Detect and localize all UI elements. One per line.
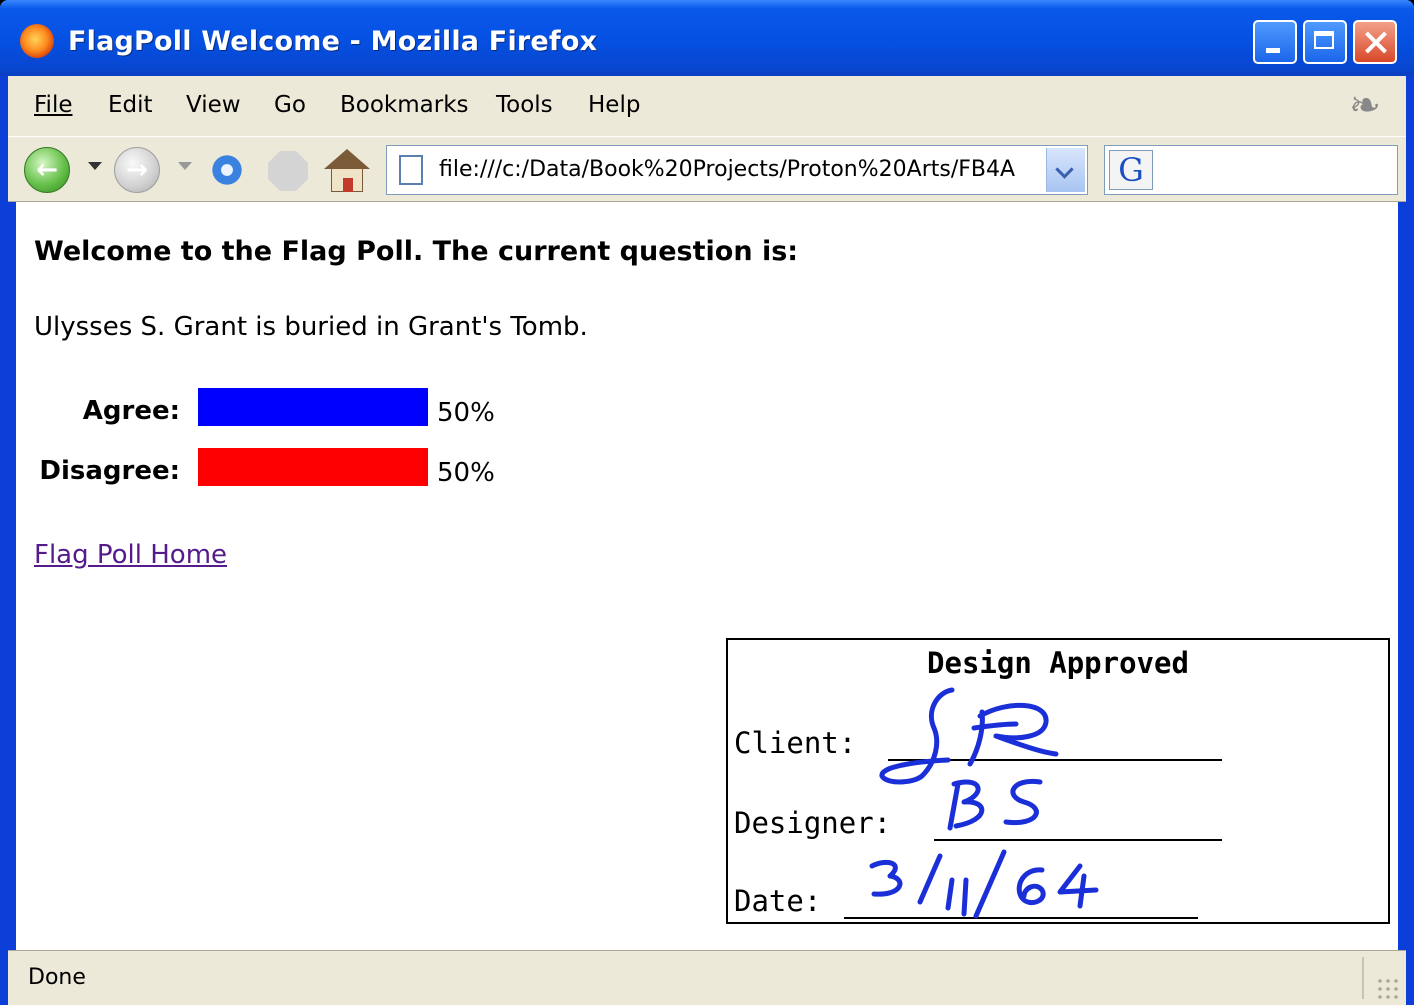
- home-door-icon: [343, 178, 353, 192]
- menu-edit-label: Edit: [108, 92, 153, 118]
- back-button[interactable]: ←: [24, 147, 70, 193]
- stamp-date-label: Date:: [734, 884, 822, 918]
- agree-label: Agree:: [82, 396, 180, 426]
- back-arrow-icon: ←: [36, 155, 58, 185]
- google-icon[interactable]: G: [1109, 150, 1153, 190]
- page-icon: [399, 155, 423, 185]
- agree-bar: [198, 388, 428, 426]
- disagree-bar: [198, 448, 428, 486]
- address-bar[interactable]: file:///c:/Data/Book%20Projects/Proton%2…: [386, 145, 1088, 195]
- design-approved-stamp: Design Approved Client: Designer: Date:: [726, 638, 1390, 924]
- minimize-button[interactable]: [1253, 20, 1297, 64]
- disagree-percent: 50%: [437, 458, 495, 488]
- flag-poll-home-link[interactable]: Flag Poll Home: [34, 540, 227, 570]
- status-bar: Done: [8, 950, 1406, 1005]
- agree-percent: 50%: [437, 398, 495, 428]
- menu-view-label: View: [186, 92, 241, 118]
- page-heading: Welcome to the Flag Poll. The current qu…: [34, 236, 799, 267]
- menu-bookmarks-label: Bookmarks: [340, 92, 469, 118]
- stop-button[interactable]: [268, 151, 308, 191]
- disagree-label: Disagree:: [39, 456, 180, 486]
- navigation-toolbar: ← → file:///c:/Data/Book%20Projects/Prot…: [8, 136, 1406, 202]
- resize-grip-icon[interactable]: [1376, 977, 1400, 1001]
- menu-help[interactable]: Help: [588, 92, 640, 118]
- status-text: Done: [28, 965, 86, 990]
- home-roof-icon: [324, 149, 370, 169]
- home-button[interactable]: [324, 149, 370, 193]
- stamp-title: Design Approved: [927, 646, 1189, 680]
- menu-file-label: File: [34, 92, 73, 118]
- forward-history-dropdown-icon[interactable]: [178, 162, 192, 170]
- maximize-button[interactable]: [1303, 20, 1347, 64]
- browser-window: FlagPoll Welcome - Mozilla Firefox File …: [0, 0, 1414, 1005]
- menu-view[interactable]: View: [186, 92, 241, 118]
- back-history-dropdown-icon[interactable]: [88, 162, 102, 170]
- menu-file[interactable]: File: [34, 92, 73, 118]
- reload-button[interactable]: [204, 149, 250, 191]
- status-divider: [1362, 957, 1364, 999]
- page-content: Welcome to the Flag Poll. The current qu…: [16, 202, 1398, 950]
- address-input[interactable]: file:///c:/Data/Book%20Projects/Proton%2…: [439, 157, 1037, 182]
- menu-go-label: Go: [274, 92, 306, 118]
- designer-signature: [947, 778, 1043, 831]
- menu-edit[interactable]: Edit: [108, 92, 153, 118]
- stamp-client-label: Client:: [734, 726, 857, 760]
- menu-help-label: Help: [588, 92, 641, 118]
- throbber-icon: ❧: [1349, 83, 1381, 127]
- menu-bar: File Edit View Go Bookmarks Tools Help ❧: [8, 76, 1406, 136]
- firefox-logo-icon: [20, 24, 54, 58]
- menu-tools[interactable]: Tools: [496, 92, 553, 118]
- poll-question: Ulysses S. Grant is buried in Grant's To…: [34, 312, 588, 342]
- stamp-designer-label: Designer:: [734, 806, 892, 840]
- menu-bookmarks[interactable]: Bookmarks: [340, 92, 469, 118]
- title-bar[interactable]: FlagPoll Welcome - Mozilla Firefox: [0, 0, 1414, 76]
- window-title: FlagPoll Welcome - Mozilla Firefox: [68, 26, 598, 57]
- search-box[interactable]: G: [1104, 145, 1398, 195]
- menu-go[interactable]: Go: [274, 92, 306, 118]
- address-dropdown-button[interactable]: [1046, 148, 1085, 192]
- forward-arrow-icon: →: [126, 155, 148, 185]
- date-signature: [869, 849, 1099, 919]
- close-button[interactable]: [1353, 20, 1397, 64]
- forward-button[interactable]: →: [114, 147, 160, 193]
- menu-tools-label: Tools: [496, 92, 553, 118]
